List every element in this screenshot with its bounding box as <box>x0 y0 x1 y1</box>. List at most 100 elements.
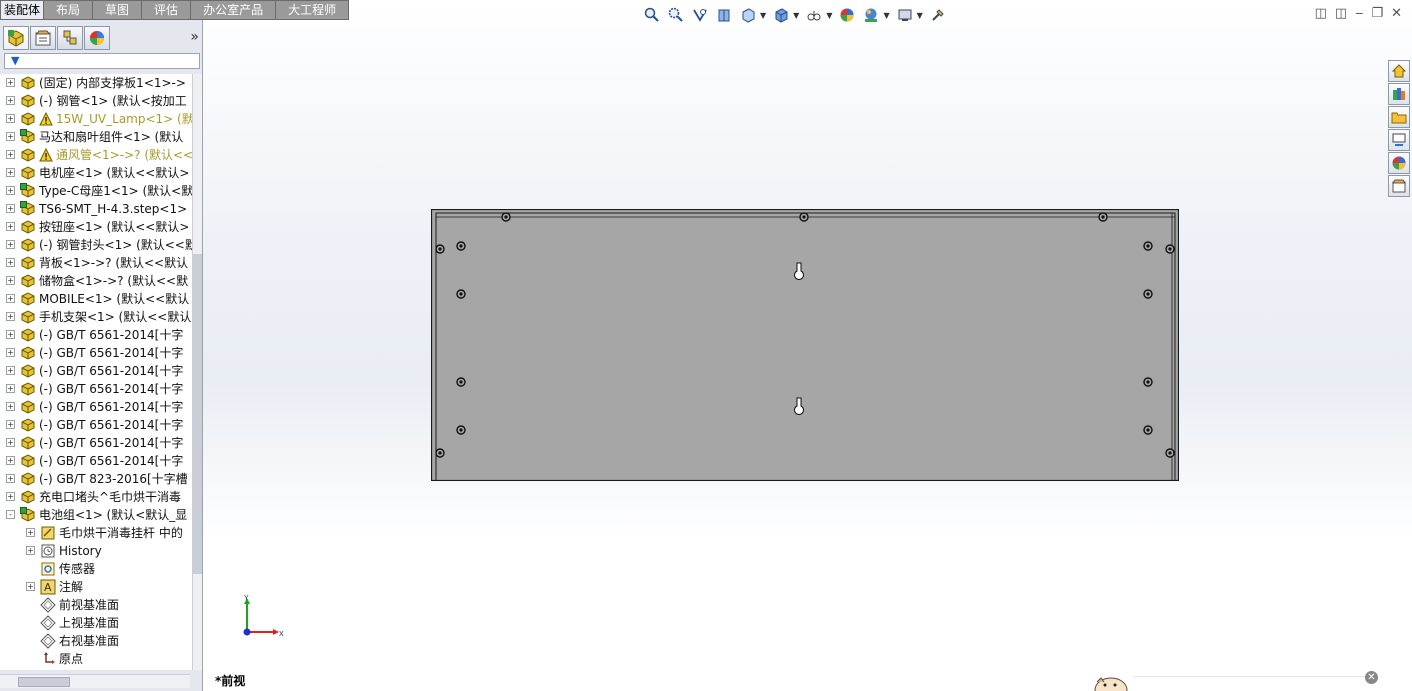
tree-scroll-thumb[interactable] <box>192 254 202 574</box>
tree-item[interactable]: - 电池组<1> (默认<默认_显 <box>0 506 193 524</box>
tree-item[interactable]: + 手机支架<1> (默认<<默认 <box>0 308 193 326</box>
expand-icon[interactable]: + <box>6 168 15 177</box>
graphics-area[interactable]: ▼ ▼ ▼ ▼ ▼ ◫ ◫ ‒ ❐ ✕ Y X *前视 ✕ <box>203 0 1412 691</box>
expand-icon[interactable]: + <box>6 420 15 429</box>
view-settings-caret-icon[interactable]: ▼ <box>917 11 923 20</box>
expand-panel-button[interactable]: » <box>190 29 199 45</box>
tree-item[interactable]: + (-) GB/T 6561-2014[十字 <box>0 326 193 344</box>
tree-item[interactable]: + 马达和扇叶组件<1> (默认 <box>0 128 193 146</box>
tree-item[interactable]: + MOBILE<1> (默认<<默认 <box>0 290 193 308</box>
zoom-to-area-button[interactable] <box>667 6 685 24</box>
tree-item[interactable]: + 电机座<1> (默认<<默认> <box>0 164 193 182</box>
tab-sketch[interactable]: 草图 <box>93 0 143 20</box>
close-icon[interactable]: ✕ <box>1391 6 1402 21</box>
expand-icon[interactable]: + <box>6 186 15 195</box>
tree-item[interactable]: + Type-C母座1<1> (默认<默 <box>0 182 193 200</box>
expand-icon[interactable]: + <box>6 402 15 411</box>
expand-icon[interactable]: + <box>6 132 15 141</box>
expand-icon[interactable]: + <box>6 330 15 339</box>
file-explorer-tab[interactable] <box>1388 106 1410 128</box>
view-palette-tab[interactable] <box>1388 129 1410 151</box>
tree-item[interactable]: + (固定) 内部支撑板1<1>-> <box>0 74 193 92</box>
expand-icon[interactable]: + <box>6 258 15 267</box>
expand-icon[interactable]: + <box>6 366 15 375</box>
solidworks-resources-tab[interactable] <box>1388 60 1410 82</box>
tab-layout[interactable]: 布局 <box>44 0 94 20</box>
zoom-to-fit-button[interactable] <box>643 6 661 24</box>
expand-icon[interactable]: + <box>6 222 15 231</box>
tree-item[interactable]: + 背板<1>->? (默认<<默认 <box>0 254 193 272</box>
configuration-manager-tab[interactable] <box>57 26 83 50</box>
collapse-icon[interactable]: - <box>6 510 15 519</box>
tree-item[interactable]: + (-) 钢管<1> (默认<按加工 <box>0 92 193 110</box>
tree-item[interactable]: + (-) GB/T 6561-2014[十字 <box>0 452 193 470</box>
tree-item[interactable]: + History <box>0 542 193 560</box>
realview-button[interactable] <box>929 6 947 24</box>
tree-item[interactable]: 右视基准面 <box>0 632 193 650</box>
expand-icon[interactable]: + <box>6 204 15 213</box>
expand-icon[interactable]: + <box>26 582 35 591</box>
section-view-button[interactable] <box>715 6 733 24</box>
tree-item[interactable]: 原点 <box>0 650 193 668</box>
back-plate-model[interactable] <box>431 209 1179 481</box>
tree-vertical-scrollbar[interactable] <box>192 74 202 670</box>
minimize-icon[interactable]: ‒ <box>1355 6 1363 21</box>
property-manager-tab[interactable] <box>30 26 56 50</box>
tree-item[interactable]: 前视基准面 <box>0 596 193 614</box>
view-settings-button[interactable] <box>896 6 914 24</box>
design-library-tab[interactable] <box>1388 83 1410 105</box>
tab-office-products[interactable]: 办公室产品 <box>191 0 277 20</box>
close-notification-icon[interactable]: ✕ <box>1365 671 1378 684</box>
tree-item[interactable]: + 毛巾烘干消毒挂杆 中的 <box>0 524 193 542</box>
tree-item[interactable]: 传感器 <box>0 560 193 578</box>
tree-item[interactable]: 上视基准面 <box>0 614 193 632</box>
expand-icon[interactable]: + <box>6 384 15 393</box>
expand-icon[interactable]: + <box>6 456 15 465</box>
expand-icon[interactable]: + <box>6 474 15 483</box>
apply-scene-button[interactable] <box>862 6 880 24</box>
tree-item[interactable]: + 按钮座<1> (默认<<默认> <box>0 218 193 236</box>
expand-icon[interactable]: + <box>6 492 15 501</box>
tab-assembly[interactable]: 装配体 <box>0 0 45 20</box>
tree-item[interactable]: + (-) GB/T 6561-2014[十字 <box>0 398 193 416</box>
expand-icon[interactable]: + <box>6 78 15 87</box>
expand-icon[interactable]: + <box>6 312 15 321</box>
restore-icon[interactable]: ❐ <box>1371 6 1383 21</box>
tree-horizontal-scrollbar[interactable] <box>0 674 190 688</box>
tile-right-icon[interactable]: ◫ <box>1335 6 1347 21</box>
expand-icon[interactable]: + <box>6 240 15 249</box>
expand-icon[interactable]: + <box>6 276 15 285</box>
previous-view-button[interactable] <box>691 6 709 24</box>
hide-show-caret-icon[interactable]: ▼ <box>826 11 832 20</box>
tree-item[interactable]: + TS6-SMT_H-4.3.step<1> <box>0 200 193 218</box>
tree-item[interactable]: + 通风管<1>->? (默认<< <box>0 146 193 164</box>
expand-icon[interactable]: + <box>6 438 15 447</box>
tab-engineer[interactable]: 大工程师 <box>276 0 350 20</box>
tree-item[interactable]: + 充电口堵头^毛巾烘干消毒 <box>0 488 193 506</box>
tree-item[interactable]: + (-) GB/T 6561-2014[十字 <box>0 380 193 398</box>
tree-item[interactable]: +15W_UV_Lamp<1> (默 <box>0 110 193 128</box>
tree-item[interactable]: + (-) GB/T 6561-2014[十字 <box>0 344 193 362</box>
expand-icon[interactable]: + <box>26 546 35 555</box>
display-style-button[interactable] <box>772 6 790 24</box>
expand-icon[interactable]: + <box>6 150 15 159</box>
tree-item[interactable]: + (-) GB/T 6561-2014[十字 <box>0 416 193 434</box>
tree-item[interactable]: + A 注解 <box>0 578 193 596</box>
view-orientation-caret-icon[interactable]: ▼ <box>760 11 766 20</box>
scene-caret-icon[interactable]: ▼ <box>883 11 889 20</box>
expand-icon[interactable]: + <box>6 96 15 105</box>
tab-evaluate[interactable]: 评估 <box>142 0 192 20</box>
custom-properties-tab[interactable] <box>1388 175 1410 197</box>
appearances-tab[interactable] <box>1388 152 1410 174</box>
expand-icon[interactable]: + <box>26 528 35 537</box>
expand-icon[interactable]: + <box>6 114 15 123</box>
tree-filter[interactable]: ▼ <box>4 53 200 69</box>
feature-tree-tab[interactable] <box>3 26 29 50</box>
tree-item[interactable]: + (-) GB/T 823-2016[十字槽 <box>0 470 193 488</box>
expand-icon[interactable]: + <box>6 294 15 303</box>
hide-show-items-button[interactable] <box>805 6 823 24</box>
tree-item[interactable]: + (-) 钢管封头<1> (默认<<默 <box>0 236 193 254</box>
tile-left-icon[interactable]: ◫ <box>1315 6 1327 21</box>
tree-item[interactable]: + (-) GB/T 6561-2014[十字 <box>0 362 193 380</box>
display-style-caret-icon[interactable]: ▼ <box>793 11 799 20</box>
